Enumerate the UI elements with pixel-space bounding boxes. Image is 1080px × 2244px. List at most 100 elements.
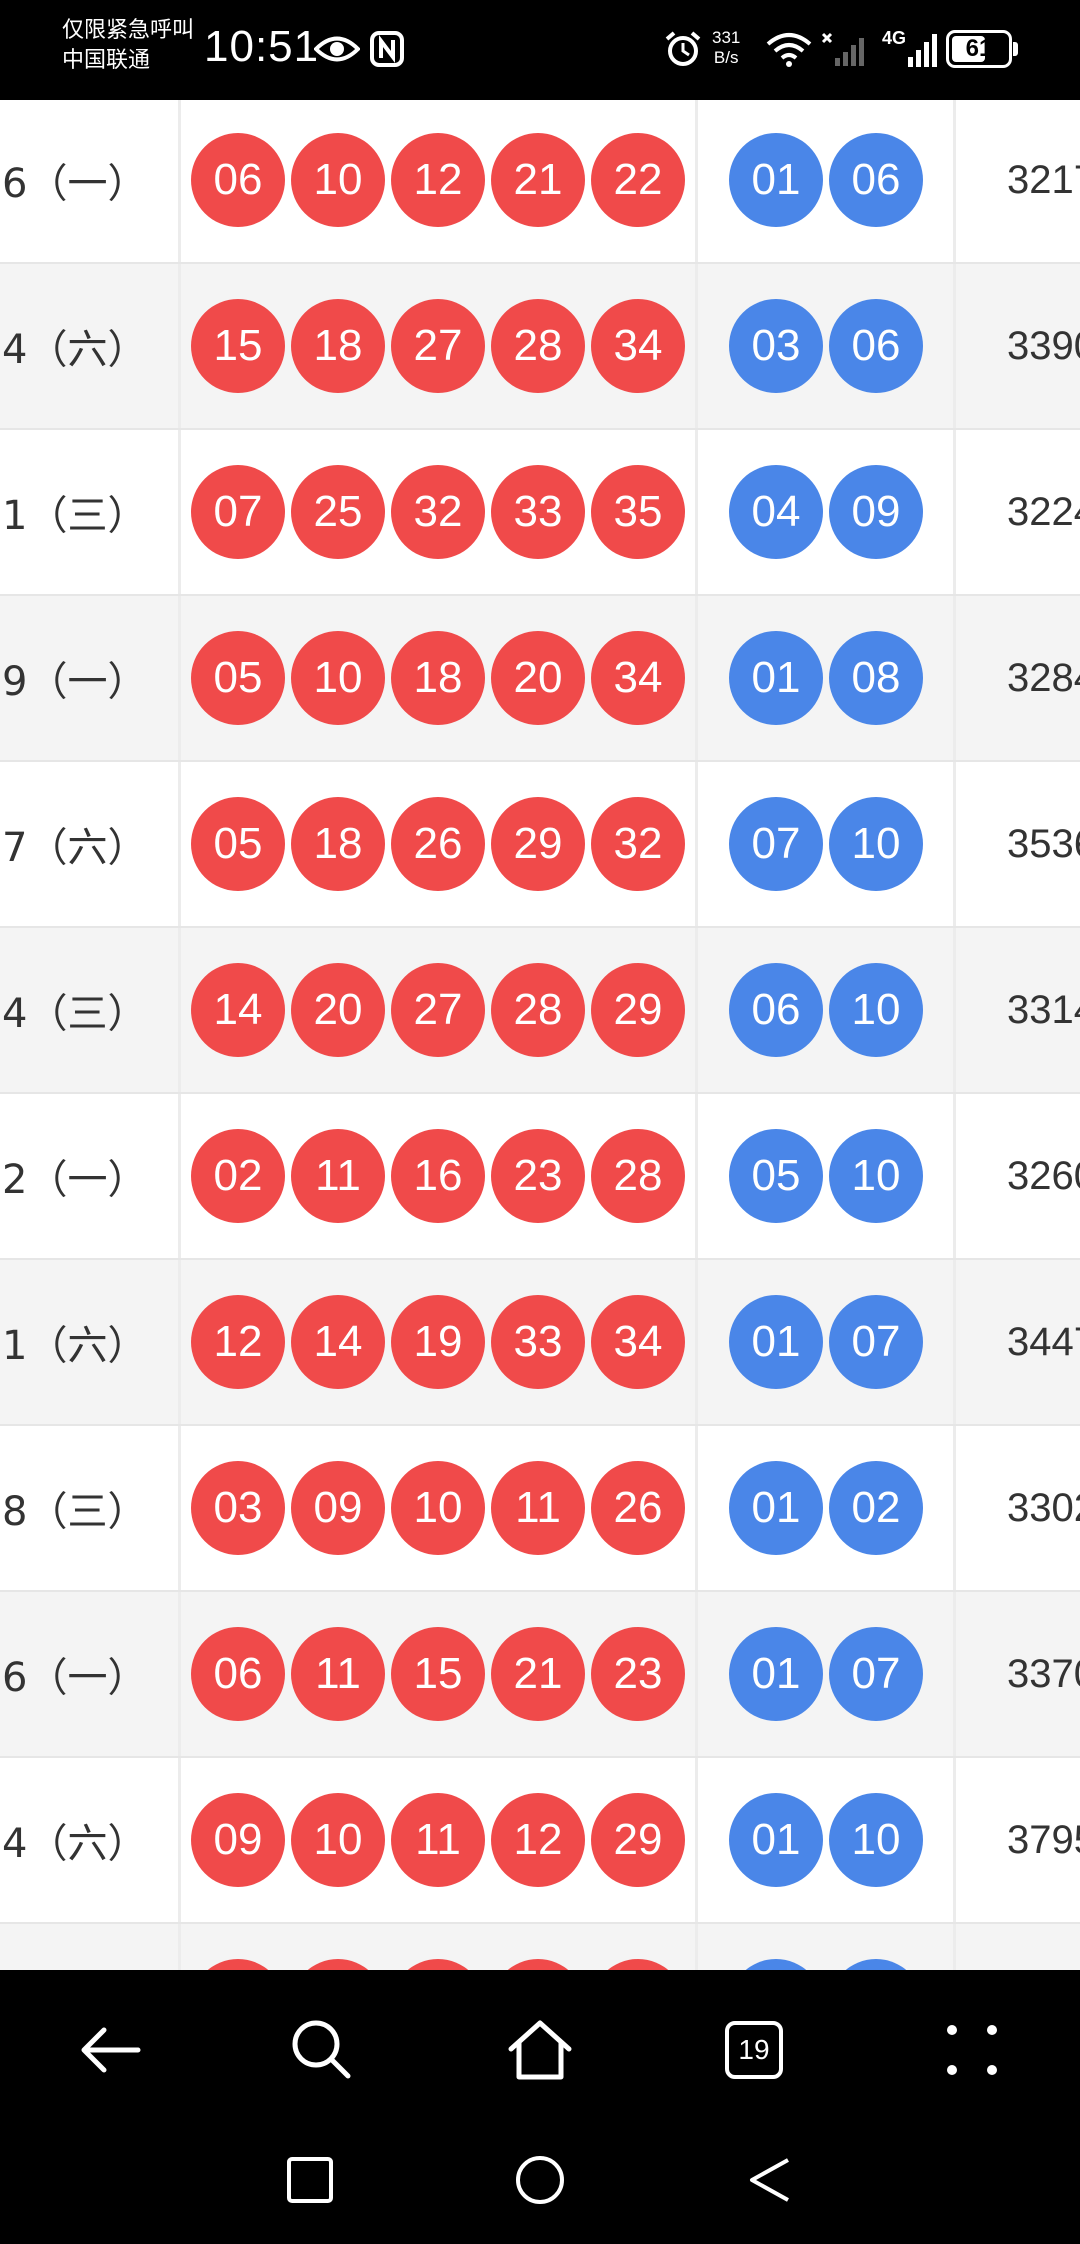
table-row[interactable]: 6（一）061012212201063217 (0, 100, 1080, 264)
blue-ball (729, 1959, 823, 1970)
table-row[interactable]: 4（六） 1518272834 0306 3390 (0, 264, 1080, 430)
blue-ball: 01 (729, 133, 823, 227)
red-ball: 34 (591, 1295, 685, 1389)
column-divider (953, 264, 956, 428)
column-divider (695, 100, 698, 262)
red-ball: 10 (291, 631, 385, 725)
draw-date: 2（一） (2, 1157, 148, 1203)
more-dots-icon[interactable] (922, 2000, 1022, 2100)
blue-ball: 07 (829, 1295, 923, 1389)
red-ball (291, 1959, 385, 1970)
red-ball: 05 (191, 631, 285, 725)
red-ball: 35 (591, 465, 685, 559)
red-ball: 10 (291, 1793, 385, 1887)
blue-ball: 03 (729, 299, 823, 393)
sales-amount: 3447 (1007, 1319, 1080, 1364)
column-divider (953, 430, 956, 594)
red-ball: 16 (391, 1129, 485, 1223)
red-ball: 34 (591, 631, 685, 725)
blue-ball: 04 (729, 465, 823, 559)
column-divider (178, 430, 181, 594)
red-ball: 28 (591, 1129, 685, 1223)
signal-no-sim-icon (818, 26, 870, 72)
red-ball: 29 (591, 963, 685, 1057)
table-row[interactable]: 7（六） 0518262932 0710 3536 (0, 762, 1080, 928)
lottery-results-table[interactable]: 6（一）0610122122010632174（六）15182728340306… (0, 100, 1080, 1970)
column-divider (953, 596, 956, 760)
red-ball: 10 (391, 1461, 485, 1555)
table-row[interactable]: 4（三） 1420272829 0610 3314 (0, 928, 1080, 1094)
red-ball: 20 (291, 963, 385, 1057)
cellular-signal-icon: 4G (880, 26, 940, 72)
carrier-info: 仅限紧急呼叫 中国联通 (62, 16, 194, 76)
table-row[interactable] (0, 1924, 1080, 1970)
table-row[interactable]: 8（三） 0309101126 0102 3302 (0, 1426, 1080, 1592)
back-arrow-icon[interactable] (60, 2000, 160, 2100)
back-triangle-icon[interactable] (720, 2130, 820, 2230)
column-divider (178, 928, 181, 1092)
red-ball: 05 (191, 797, 285, 891)
red-ball: 23 (591, 1627, 685, 1721)
draw-date: 1（六） (2, 1323, 148, 1369)
navigation-bar: 19 (0, 1970, 1080, 2244)
red-ball: 09 (191, 1793, 285, 1887)
red-ball: 22 (591, 133, 685, 227)
wifi-icon (764, 26, 814, 72)
blue-ball: 09 (829, 465, 923, 559)
blue-ball: 06 (829, 133, 923, 227)
red-ball: 18 (291, 797, 385, 891)
tabs-icon[interactable]: 19 (704, 2000, 804, 2100)
blue-ball: 10 (829, 1129, 923, 1223)
table-row[interactable]: 2（一） 0211162328 0510 3260 (0, 1094, 1080, 1260)
clock-time: 10:51 (204, 22, 320, 71)
table-row[interactable]: 4（六）091011122901103795 (0, 1758, 1080, 1924)
table-row[interactable]: 1（三） 0725323335 0409 3224 (0, 430, 1080, 596)
red-ball: 11 (291, 1129, 385, 1223)
column-divider (695, 1260, 698, 1424)
red-ball (191, 1959, 285, 1970)
blue-ball: 01 (729, 1627, 823, 1721)
recents-square-icon[interactable] (260, 2130, 360, 2230)
red-ball: 11 (291, 1627, 385, 1721)
red-ball: 12 (391, 133, 485, 227)
blue-ball: 07 (729, 797, 823, 891)
sales-amount: 3284 (1007, 655, 1080, 700)
blue-ball: 01 (729, 1793, 823, 1887)
network-speed-unit: B/s (713, 48, 739, 67)
home-circle-icon[interactable] (490, 2130, 590, 2230)
tab-count: 19 (725, 2021, 783, 2079)
red-ball: 32 (591, 797, 685, 891)
red-ball: 33 (491, 1295, 585, 1389)
blue-ball: 10 (829, 963, 923, 1057)
table-row[interactable]: 1（六） 1214193334 0107 3447 (0, 1260, 1080, 1426)
column-divider (695, 430, 698, 594)
table-row[interactable]: 9（一） 0510182034 0108 3284 (0, 596, 1080, 762)
sales-amount: 3260 (1007, 1153, 1080, 1198)
search-icon[interactable] (272, 2000, 372, 2100)
column-divider (953, 928, 956, 1092)
table-row[interactable]: 6（一） 0611152123 0107 3370 (0, 1592, 1080, 1758)
red-ball: 33 (491, 465, 585, 559)
red-ball: 19 (391, 1295, 485, 1389)
battery-tip (1013, 42, 1018, 56)
column-divider (953, 1260, 956, 1424)
column-divider (695, 762, 698, 926)
sales-amount: 3314 (1007, 987, 1080, 1032)
red-ball: 12 (491, 1793, 585, 1887)
column-divider (695, 264, 698, 428)
column-divider (178, 1758, 181, 1922)
red-ball: 18 (391, 631, 485, 725)
home-icon[interactable] (490, 2000, 590, 2100)
column-divider (695, 1924, 698, 1970)
blue-ball: 01 (729, 1461, 823, 1555)
red-ball: 21 (491, 1627, 585, 1721)
red-ball: 28 (491, 963, 585, 1057)
blue-ball: 02 (829, 1461, 923, 1555)
column-divider (953, 100, 956, 262)
column-divider (953, 1094, 956, 1258)
red-ball: 27 (391, 299, 485, 393)
blue-ball: 10 (829, 1793, 923, 1887)
column-divider (178, 596, 181, 760)
red-ball: 29 (491, 797, 585, 891)
column-divider (695, 1758, 698, 1922)
